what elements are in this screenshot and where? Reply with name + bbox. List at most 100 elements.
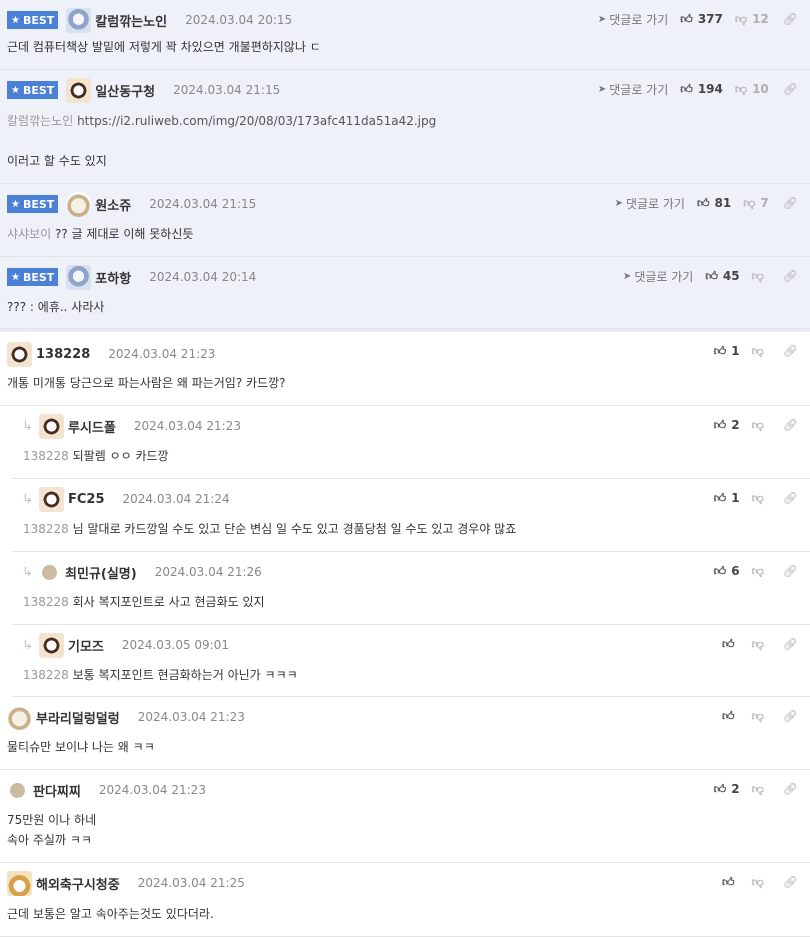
- thumbs-down-icon: 👎︎: [751, 781, 764, 796]
- comment-text: ??? : 에휴.. 사라사: [7, 300, 105, 314]
- star-icon: ★: [11, 198, 20, 210]
- thumbs-down-icon: 👎︎: [743, 195, 756, 210]
- avatar[interactable]: [10, 782, 25, 798]
- thumbs-down-icon: 👎︎: [751, 563, 764, 578]
- thumbs-up-icon: 👍︎: [722, 708, 735, 723]
- avatar[interactable]: [66, 264, 92, 290]
- like-button[interactable]: 👍︎: [722, 709, 740, 724]
- arrow-icon: ➤: [597, 13, 607, 25]
- like-button[interactable]: 👍︎ 1: [714, 344, 740, 359]
- link-icon[interactable]: 🔗︎: [783, 782, 798, 796]
- reply-target[interactable]: 샤샤보이: [7, 227, 51, 241]
- comment-text: 개통 미개통 당근으로 파는사람은 왜 파는거임? 카드깡?: [7, 376, 286, 390]
- avatar[interactable]: [42, 564, 57, 580]
- goto-comment-button[interactable]: ➤ 댓글로 가기: [615, 195, 685, 212]
- avatar[interactable]: [7, 341, 32, 367]
- nickname[interactable]: 138228: [36, 347, 90, 362]
- like-button[interactable]: 👍︎: [722, 875, 740, 890]
- link-icon[interactable]: 🔗︎: [783, 196, 798, 210]
- dislike-button[interactable]: 👎︎ 7: [743, 196, 769, 211]
- dislike-button[interactable]: 👎︎ 10: [735, 82, 769, 97]
- thumbs-up-icon: 👍︎: [680, 81, 693, 96]
- goto-comment-button[interactable]: ➤ 댓글로 가기: [598, 81, 668, 98]
- like-button[interactable]: 👍︎ 45: [705, 269, 739, 284]
- timestamp: 2024.03.04 21:23: [137, 710, 245, 724]
- nickname[interactable]: 해외축구시청중: [36, 874, 120, 893]
- avatar[interactable]: [39, 413, 64, 439]
- link-icon[interactable]: 🔗︎: [783, 82, 798, 96]
- dislike-button[interactable]: 👎︎: [752, 875, 769, 890]
- like-button[interactable]: 👍︎ 6: [714, 564, 740, 579]
- comment-text: 이러고 할 수도 있지: [7, 154, 107, 168]
- dislike-button[interactable]: 👎︎: [752, 709, 769, 724]
- thumbs-down-icon: 👎︎: [751, 874, 764, 889]
- nickname[interactable]: 포하항: [95, 268, 131, 287]
- best-comment: ★ BEST 포하항 2024.03.04 20:14 ➤ 댓글로 가기 👍︎ 45 …: [0, 257, 810, 329]
- dislike-button[interactable]: 👎︎: [752, 418, 769, 433]
- nickname[interactable]: 루시드폴: [68, 417, 116, 436]
- comment: 판다찌찌 2024.03.04 21:23 👍︎ 2 👎︎ 🔗︎ 75만원 이나 …: [0, 770, 810, 863]
- link-icon[interactable]: 🔗︎: [783, 491, 798, 505]
- like-button[interactable]: 👍︎: [722, 637, 740, 652]
- reply-target[interactable]: 138228: [23, 449, 69, 463]
- dislike-button[interactable]: 👎︎: [752, 491, 769, 506]
- nickname[interactable]: 최민규(실명): [65, 563, 137, 582]
- best-badge: ★ BEST: [7, 11, 59, 29]
- thumbs-down-icon: 👎︎: [734, 81, 748, 96]
- arrow-icon: ➤: [597, 83, 607, 95]
- best-badge: ★ BEST: [7, 81, 59, 99]
- comment-text: 138228 님 말대로 카드깡일 수도 있고 단순 변심 일 수도 있고 경품…: [23, 522, 517, 536]
- nickname[interactable]: 부라리덜렁덜렁: [36, 708, 120, 727]
- timestamp: 2024.03.05 09:01: [121, 638, 229, 652]
- avatar[interactable]: [39, 486, 64, 512]
- avatar[interactable]: [66, 77, 92, 103]
- dislike-button[interactable]: 👎︎: [752, 269, 769, 284]
- comment-text: 근데 컴퓨터책상 발밑에 저렇게 꽉 차있으면 개불편하지않나 ㄷ: [7, 40, 321, 54]
- dislike-button[interactable]: 👎︎: [752, 344, 769, 359]
- goto-comment-button[interactable]: ➤ 댓글로 가기: [623, 268, 693, 285]
- thumbs-up-icon: 👍︎: [722, 636, 735, 651]
- thumbs-down-icon: 👎︎: [751, 636, 764, 651]
- like-button[interactable]: 👍︎ 377: [680, 12, 723, 27]
- nickname[interactable]: 칼럼깎는노인: [95, 11, 167, 30]
- link-icon[interactable]: 🔗︎: [783, 709, 798, 723]
- best-comment: ★ BEST 원소쥬 2024.03.04 21:15 ➤ 댓글로 가기 👍︎ 81 …: [0, 184, 810, 257]
- reply-arrow-icon: ↳: [22, 637, 33, 653]
- dislike-button[interactable]: 👎︎: [752, 637, 769, 652]
- nickname[interactable]: 기모즈: [68, 636, 104, 655]
- thumbs-up-icon: 👍︎: [713, 563, 727, 578]
- dislike-button[interactable]: 👎︎ 12: [735, 12, 769, 27]
- nickname[interactable]: 일산동구청: [95, 81, 155, 100]
- timestamp: 2024.03.04 21:15: [173, 83, 281, 97]
- dislike-button[interactable]: 👎︎: [752, 564, 769, 579]
- link-icon[interactable]: 🔗︎: [783, 344, 798, 358]
- like-button[interactable]: 👍︎ 2: [714, 782, 740, 797]
- link-icon[interactable]: 🔗︎: [783, 269, 798, 283]
- avatar[interactable]: [7, 870, 32, 896]
- like-button[interactable]: 👍︎ 81: [697, 196, 731, 211]
- nickname[interactable]: 판다찌찌: [33, 781, 81, 800]
- nickname[interactable]: FC25: [68, 492, 105, 507]
- avatar[interactable]: [66, 7, 92, 33]
- reply-target[interactable]: 칼럼깎는노인: [7, 114, 73, 128]
- comment-text: 138228 회사 복지포인트로 사고 현금화도 있지: [23, 595, 265, 609]
- link-icon[interactable]: 🔗︎: [783, 418, 798, 432]
- goto-comment-button[interactable]: ➤ 댓글로 가기: [598, 11, 668, 28]
- comment-text: 138228 되팔렘 ㅇㅇ 카드깡: [23, 449, 169, 463]
- reply-target[interactable]: 138228: [23, 522, 69, 536]
- like-button[interactable]: 👍︎ 2: [714, 418, 740, 433]
- avatar[interactable]: [66, 191, 92, 217]
- link-icon[interactable]: 🔗︎: [783, 637, 798, 651]
- reply-target[interactable]: 138228: [23, 595, 69, 609]
- like-button[interactable]: 👍︎ 194: [680, 82, 723, 97]
- nickname[interactable]: 원소쥬: [95, 195, 131, 214]
- avatar[interactable]: [39, 632, 64, 658]
- like-button[interactable]: 👍︎ 1: [714, 491, 740, 506]
- link-icon[interactable]: 🔗︎: [783, 564, 798, 578]
- link-icon[interactable]: 🔗︎: [783, 875, 798, 889]
- avatar[interactable]: [7, 704, 32, 730]
- reply-target[interactable]: 138228: [23, 668, 69, 682]
- dislike-button[interactable]: 👎︎: [752, 782, 769, 797]
- comment-link[interactable]: https://i2.ruliweb.com/img/20/08/03/173a…: [77, 114, 436, 128]
- link-icon[interactable]: 🔗︎: [783, 12, 798, 26]
